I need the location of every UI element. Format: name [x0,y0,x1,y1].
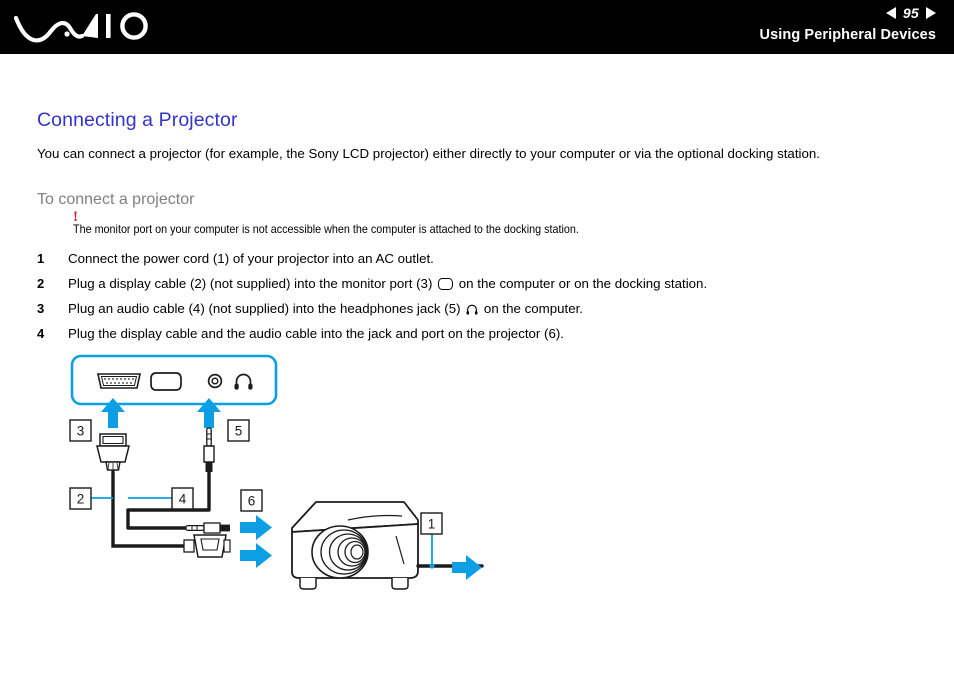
procedure-subtitle: To connect a projector [37,191,195,209]
callout-5: 5 [227,419,250,442]
display-cable-plug [96,433,130,471]
step-3-body: Plug an audio cable (4) (not supplied) i… [68,300,583,318]
vaio-logo [10,4,200,50]
page-content: Connecting a Projector You can connect a… [0,54,954,674]
projector-display-plug [183,534,231,558]
step-2-body: Plug a display cable (2) (not supplied) … [68,275,707,293]
callout-1-label: 1 [428,517,436,532]
page-header: 95 Using Peripheral Devices [0,0,954,54]
callout-4-label: 4 [179,492,187,507]
monitor-port-symbol-icon [150,372,182,391]
prev-page-arrow-icon[interactable] [885,7,896,19]
step-1-text: Connect the power cord (1) of your proje… [68,251,434,266]
callout-6: 6 [240,489,263,512]
connection-diagram: 3 5 2 4 6 1 [0,350,560,620]
header-right-group: 95 Using Peripheral Devices [760,4,936,43]
note-text: The monitor port on your computer is not… [73,223,579,236]
warning-mark-icon: ! [73,209,78,225]
callout-3: 3 [69,419,92,442]
callout-5-label: 5 [235,424,243,439]
pager: 95 [760,4,936,22]
vga-port-icon [97,373,141,389]
callout-6-label: 6 [248,494,256,509]
step-4-number: 4 [37,326,45,341]
callout-3-label: 3 [77,424,85,439]
step-4: 4 Plug the display cable and the audio c… [37,325,564,343]
section-title: Using Peripheral Devices [759,27,936,43]
headphones-icon [466,302,478,315]
audio-cable-plug [203,427,215,472]
step-1-number: 1 [37,251,45,266]
note-block: ! The monitor port on your computer is n… [73,209,773,237]
step-3-text-after: on the computer. [483,301,583,316]
step-2-text-before: Plug a display cable (2) (not supplied) … [68,276,433,291]
step-1: 1 Connect the power cord (1) of your pro… [37,250,434,268]
callout-1: 1 [420,512,443,569]
step-2-number: 2 [37,276,45,291]
step-2-text-after: on the computer or on the docking statio… [458,276,708,291]
computer-port-panel [70,354,278,406]
page-title: Connecting a Projector [37,109,238,132]
step-3-number: 3 [37,301,45,316]
insert-arrow-right-display [240,543,272,568]
callout-2-label: 2 [77,492,85,507]
intro-paragraph: You can connect a projector (for example… [37,146,820,162]
callout-2: 2 [69,487,113,510]
projector-audio-plug [185,522,230,534]
monitor-port-icon [438,278,454,290]
callout-4: 4 [128,487,194,510]
next-page-arrow-icon[interactable] [926,7,936,19]
step-3: 3 Plug an audio cable (4) (not supplied)… [37,300,583,318]
step-4-text: Plug the display cable and the audio cab… [68,326,564,341]
power-arrow-right [452,555,482,580]
step-3-text-before: Plug an audio cable (4) (not supplied) i… [68,301,461,316]
page-number: 95 [902,5,919,21]
insert-arrow-right-audio [240,515,272,540]
step-2: 2 Plug a display cable (2) (not supplied… [37,275,707,293]
projector-illustration [291,501,419,590]
